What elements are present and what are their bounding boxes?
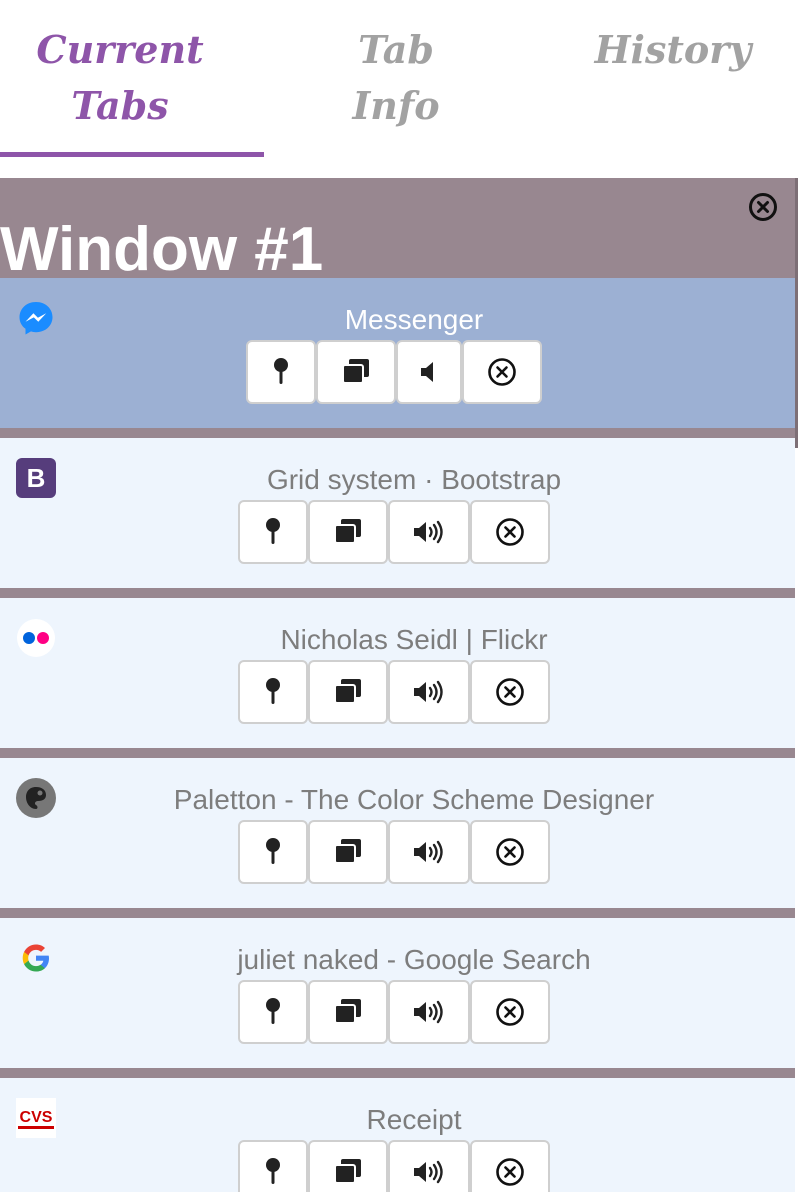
top-nav: Current Tabs Tab Info History [0,0,798,178]
tab-actions [0,980,795,1048]
mute-tab-button[interactable] [388,980,470,1044]
duplicate-icon [334,839,361,864]
tab-title[interactable]: Grid system · Bootstrap [0,460,795,500]
duplicate-icon [342,359,369,384]
duplicate-tab-button[interactable] [308,660,388,724]
tab-actions [0,340,795,408]
mute-tab-button[interactable] [388,1140,470,1192]
active-tab-underline [0,152,264,157]
speaker-muted-icon [421,362,433,382]
nav-tab-label: History [594,27,752,72]
nav-tab-tab-info[interactable]: Tab Info [276,22,516,134]
pin-icon [266,518,280,544]
close-circle-icon [496,1158,524,1186]
close-tab-button[interactable] [470,1140,550,1192]
close-window-button[interactable] [748,192,778,222]
duplicate-icon [334,519,361,544]
speaker-on-icon [414,1160,443,1184]
tab-title[interactable]: Nicholas Seidl | Flickr [0,620,795,660]
duplicate-icon [334,679,361,704]
nav-tab-label: Tab [358,27,434,72]
duplicate-tab-button[interactable] [308,500,388,564]
close-tab-button[interactable] [462,340,542,404]
tab-actions [0,500,795,568]
close-circle-icon [496,518,524,546]
close-tab-button[interactable] [470,660,550,724]
nav-tab-label: Info [352,83,440,128]
tab-row[interactable]: B Grid system · Bootstrap [0,438,795,588]
pin-icon [266,998,280,1024]
pin-tab-button[interactable] [238,500,308,564]
duplicate-tab-button[interactable] [316,340,396,404]
close-tab-button[interactable] [470,820,550,884]
tab-row[interactable]: juliet naked - Google Search [0,918,795,1068]
mute-tab-button[interactable] [388,820,470,884]
nav-tab-label: Current [36,27,204,72]
close-circle-icon [488,358,516,386]
pin-icon [274,358,288,384]
nav-tab-history[interactable]: History [553,22,793,78]
tab-row[interactable]: Paletton - The Color Scheme Designer [0,758,795,908]
speaker-on-icon [414,680,443,704]
close-tab-button[interactable] [470,500,550,564]
duplicate-icon [334,999,361,1024]
nav-tab-label: Tabs [71,83,169,128]
tab-title[interactable]: juliet naked - Google Search [0,940,795,980]
duplicate-tab-button[interactable] [308,820,388,884]
pin-tab-button[interactable] [246,340,316,404]
tab-row[interactable]: Messenger [0,278,795,428]
speaker-on-icon [414,840,443,864]
pin-tab-button[interactable] [238,1140,308,1192]
close-circle-icon [496,998,524,1026]
pin-icon [266,1158,280,1184]
speaker-on-icon [414,1000,443,1024]
window-panel: Window #1 Messenger B Grid system · Boot… [0,178,795,1192]
pin-tab-button[interactable] [238,980,308,1044]
close-circle-icon [496,678,524,706]
tab-title[interactable]: Paletton - The Color Scheme Designer [0,780,795,820]
duplicate-tab-button[interactable] [308,1140,388,1192]
tab-title[interactable]: Receipt [0,1100,795,1140]
close-circle-icon [749,193,777,221]
tab-row[interactable]: CVS Receipt [0,1078,795,1192]
duplicate-icon [334,1159,361,1184]
window-title: Window #1 [0,215,324,284]
mute-tab-button[interactable] [396,340,462,404]
tab-title[interactable]: Messenger [0,300,795,340]
tab-actions [0,820,795,888]
tab-actions [0,660,795,728]
speaker-on-icon [414,520,443,544]
pin-tab-button[interactable] [238,660,308,724]
mute-tab-button[interactable] [388,500,470,564]
close-circle-icon [496,838,524,866]
mute-tab-button[interactable] [388,660,470,724]
tab-row[interactable]: Nicholas Seidl | Flickr [0,598,795,748]
tab-actions [0,1140,795,1192]
nav-tab-current-tabs[interactable]: Current Tabs [0,22,240,134]
close-tab-button[interactable] [470,980,550,1044]
pin-icon [266,838,280,864]
pin-icon [266,678,280,704]
duplicate-tab-button[interactable] [308,980,388,1044]
pin-tab-button[interactable] [238,820,308,884]
